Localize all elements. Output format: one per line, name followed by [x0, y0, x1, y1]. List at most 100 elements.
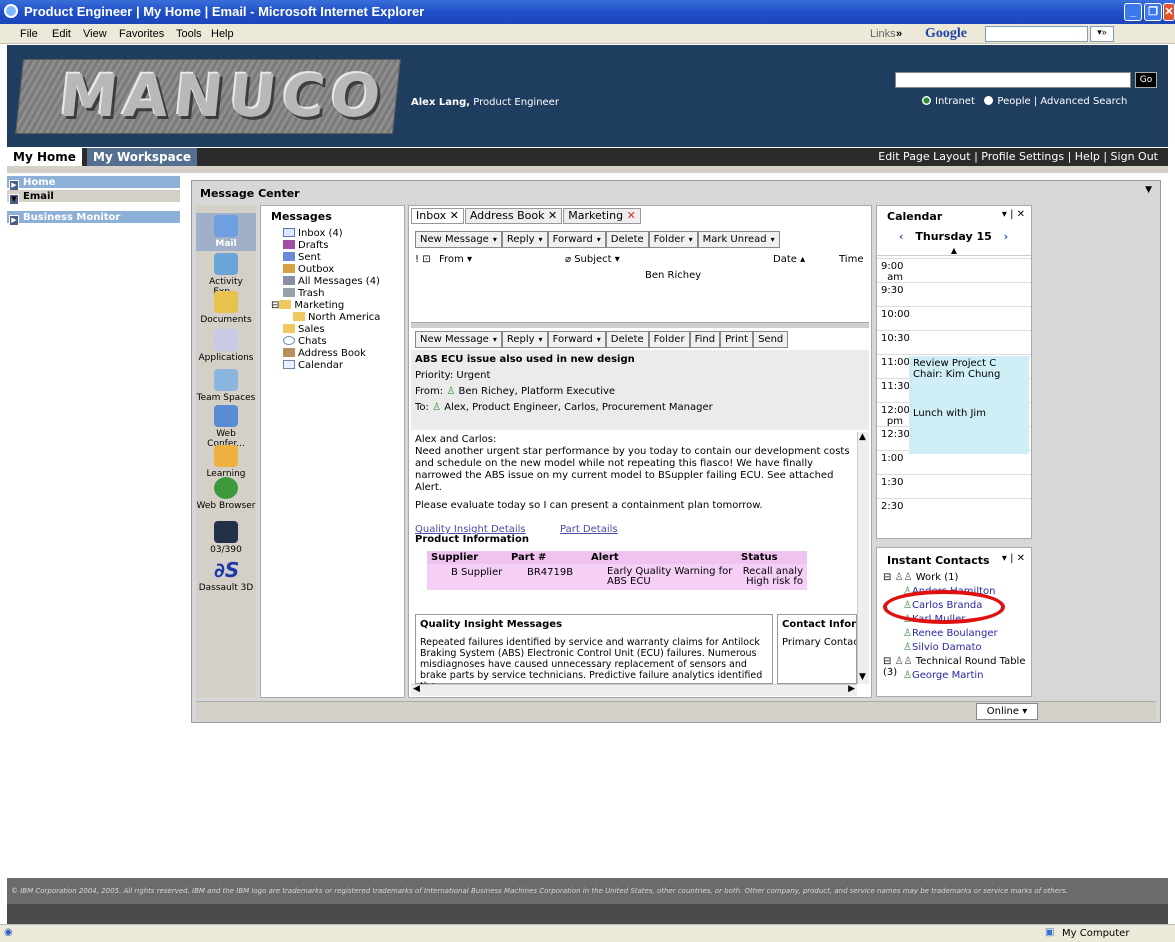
top-links[interactable]: Edit Page Layout | Profile Settings | He…: [878, 150, 1158, 163]
people-radio[interactable]: [984, 96, 994, 105]
ie-page-icon: ◉: [4, 927, 13, 938]
event-lunch[interactable]: Lunch with Jim: [909, 406, 1029, 454]
intranet-radio[interactable]: [922, 96, 931, 105]
app-icon-column: Mail Activity Exp... Documents Applicati…: [196, 205, 256, 698]
web-browser-app[interactable]: Web Browser: [196, 477, 256, 511]
footer-band: [7, 904, 1168, 924]
delete-button[interactable]: Delete: [605, 331, 649, 348]
cell-alert[interactable]: Early Quality Warning for ABS ECU: [587, 564, 737, 590]
contacts-menu-icon[interactable]: ▾ | ✕: [1002, 553, 1025, 564]
folder-icon: [214, 291, 238, 313]
go-button[interactable]: Go: [1135, 72, 1157, 88]
folder-button[interactable]: Folder: [648, 331, 690, 348]
folder-sent[interactable]: Sent: [283, 252, 321, 263]
links-label[interactable]: Links: [870, 28, 896, 40]
menu-view[interactable]: View: [83, 28, 107, 40]
online-status-dropdown[interactable]: Online ▾: [976, 703, 1038, 720]
close-button[interactable]: ✕: [1163, 3, 1175, 21]
calendar-scroll-up-icon[interactable]: ▲: [877, 246, 1031, 256]
tab-inbox[interactable]: Inbox ✕: [411, 208, 464, 224]
tab-address-book[interactable]: Address Book ✕: [464, 208, 563, 224]
menu-favorites[interactable]: Favorites: [119, 28, 164, 40]
horizontal-scrollbar[interactable]: ◀ ▶: [411, 684, 857, 696]
mark-unread-button[interactable]: Mark Unread ▾: [697, 231, 780, 248]
contact-renee-boulanger[interactable]: ♙Renee Boulanger: [903, 628, 998, 639]
team-spaces-app[interactable]: Team Spaces: [196, 369, 256, 403]
folder-outbox[interactable]: Outbox: [283, 264, 334, 275]
menu-edit[interactable]: Edit: [52, 28, 71, 40]
folder-all-messages[interactable]: All Messages (4): [283, 276, 380, 287]
documents-app[interactable]: Documents: [196, 291, 256, 325]
folder-inbox[interactable]: Inbox (4): [283, 228, 343, 239]
tab-my-workspace[interactable]: My Workspace: [87, 148, 197, 166]
leftnav-home[interactable]: ▶ Home: [7, 176, 180, 191]
learning-app[interactable]: Learning: [196, 445, 256, 479]
tab-marketing[interactable]: Marketing ✕: [563, 208, 641, 224]
leftnav-business-monitor[interactable]: ▶ Business Monitor: [7, 211, 180, 226]
forward-button[interactable]: Forward ▾: [547, 331, 606, 348]
folder-north-america[interactable]: North America: [293, 312, 380, 323]
next-day-icon[interactable]: ›: [1004, 230, 1009, 243]
new-message-button[interactable]: New Message ▾: [415, 331, 502, 348]
folder-marketing[interactable]: ⊟ Marketing: [271, 300, 344, 311]
minimize-button[interactable]: _: [1124, 3, 1142, 21]
folder-calendar[interactable]: Calendar: [283, 360, 343, 371]
new-message-button[interactable]: New Message ▾: [415, 231, 502, 248]
vertical-scrollbar[interactable]: ▲ ▼: [857, 432, 869, 684]
mainframe-app[interactable]: 03/390: [196, 521, 256, 555]
event-review-project[interactable]: Review Project C Chair: Kim Chung: [909, 356, 1029, 406]
folder-address-book[interactable]: Address Book: [283, 348, 366, 359]
folder-button[interactable]: Folder ▾: [648, 231, 698, 248]
contact-george-martin[interactable]: ♙George Martin: [903, 670, 984, 681]
terminal-icon: [214, 521, 238, 543]
column-time[interactable]: Time: [839, 254, 863, 265]
folder-sales[interactable]: Sales: [283, 324, 325, 335]
calendar-menu-icon[interactable]: ▾ | ✕: [1002, 209, 1025, 220]
maximize-button[interactable]: ❐: [1144, 3, 1162, 21]
reply-button[interactable]: Reply ▾: [501, 331, 548, 348]
find-button[interactable]: Find: [689, 331, 721, 348]
priority-column-icon[interactable]: ! ⊡: [415, 254, 431, 265]
dassault-3d-app[interactable]: ∂S Dassault 3D: [196, 559, 256, 593]
folder-chats[interactable]: Chats: [283, 336, 327, 347]
slot-0930[interactable]: 9:30: [877, 282, 1031, 306]
portal-search-input[interactable]: [895, 72, 1131, 88]
links-chevron-icon[interactable]: »: [896, 28, 902, 40]
slot-1030[interactable]: 10:30: [877, 330, 1031, 354]
menu-tools[interactable]: Tools: [176, 28, 202, 40]
portlet-menu-icon[interactable]: ▼: [1145, 185, 1152, 195]
menu-help[interactable]: Help: [211, 28, 234, 40]
column-date[interactable]: Date ▴: [773, 254, 805, 265]
folder-drafts[interactable]: Drafts: [283, 240, 328, 251]
delete-button[interactable]: Delete: [605, 231, 649, 248]
tab-my-home[interactable]: My Home: [7, 148, 82, 166]
slot-0230[interactable]: 2:30: [877, 498, 1031, 538]
google-search-dropdown[interactable]: ▾»: [1090, 26, 1114, 42]
advanced-search-link[interactable]: Advanced Search: [1040, 96, 1127, 107]
reply-button[interactable]: Reply ▾: [501, 231, 548, 248]
folder-trash[interactable]: Trash: [283, 288, 324, 299]
web-conference-app[interactable]: Web Confer...: [196, 405, 256, 449]
slot-0900[interactable]: 9:00 am: [877, 258, 1031, 283]
print-button[interactable]: Print: [720, 331, 754, 348]
contact-silvio-damato[interactable]: ♙Silvio Damato: [903, 642, 982, 653]
highlight-oval: [883, 590, 1005, 624]
google-toolbar-logo[interactable]: Google: [925, 26, 967, 42]
column-from[interactable]: From ▾: [439, 254, 472, 265]
google-search-input[interactable]: [985, 26, 1088, 42]
message-list-row[interactable]: Ben Richey: [645, 270, 701, 281]
group-work[interactable]: ⊟ ♙♙ Work (1): [883, 572, 958, 583]
leftnav-email[interactable]: ▼ Email: [7, 190, 180, 205]
learning-icon: [214, 445, 238, 467]
mail-app[interactable]: Mail: [196, 213, 256, 251]
prev-day-icon[interactable]: ‹: [899, 230, 904, 243]
slot-1000[interactable]: 10:00: [877, 306, 1031, 330]
column-subject[interactable]: ⌀ Subject ▾: [565, 254, 620, 265]
applications-app[interactable]: Applications: [196, 329, 256, 363]
menu-file[interactable]: File: [20, 28, 38, 40]
slot-0130[interactable]: 1:30: [877, 474, 1031, 498]
send-button[interactable]: Send: [753, 331, 789, 348]
forward-button[interactable]: Forward ▾: [547, 231, 606, 248]
pane-splitter[interactable]: [411, 322, 869, 328]
dassault-logo-icon: ∂S: [214, 558, 240, 582]
